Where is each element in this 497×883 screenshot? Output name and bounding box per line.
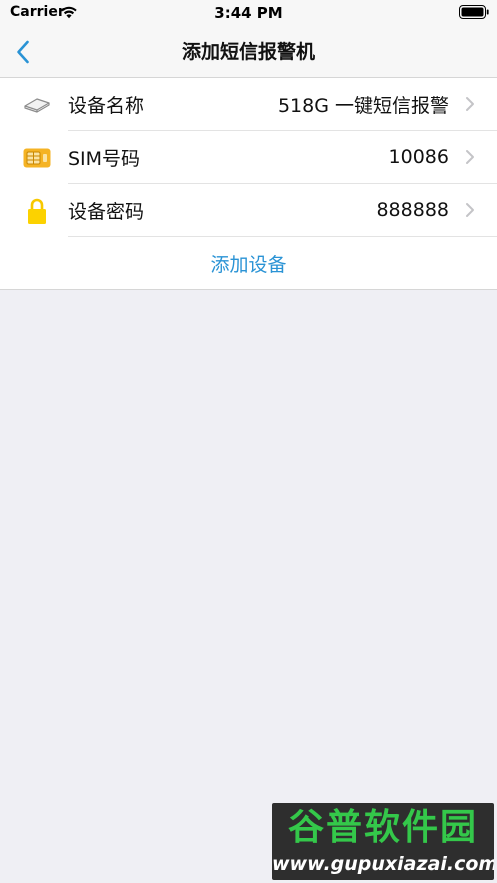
sim-number-row[interactable]: SIM号码 10086 xyxy=(0,131,497,184)
watermark-title: 谷普软件园 xyxy=(287,807,478,848)
lock-icon xyxy=(22,198,52,224)
device-name-value: 518G 一键短信报警 xyxy=(277,94,449,117)
watermark-url: www.gupuxiazai.com xyxy=(272,853,494,875)
device-password-row-body: 设备密码 888888 xyxy=(68,184,497,237)
chevron-right-icon xyxy=(466,97,474,111)
device-form: 设备名称 518G 一键短信报警 SIM号码 10086 设备密码 888888… xyxy=(0,78,497,290)
sim-number-label: SIM号码 xyxy=(68,147,141,170)
add-device-button[interactable]: 添加设备 xyxy=(198,244,298,283)
device-password-row[interactable]: 设备密码 888888 xyxy=(0,184,497,237)
status-time: 3:44 PM xyxy=(214,4,283,22)
navigation-bar: 添加短信报警机 xyxy=(0,26,497,78)
device-name-row[interactable]: 设备名称 518G 一键短信报警 xyxy=(0,78,497,131)
sim-number-value: 10086 xyxy=(388,146,449,168)
status-bar: Carrier 3:44 PM xyxy=(0,0,497,26)
add-device-row: 添加设备 xyxy=(0,237,497,289)
sim-card-icon xyxy=(22,145,52,171)
battery-icon xyxy=(459,5,489,19)
chevron-right-icon xyxy=(466,203,474,217)
device-icon xyxy=(22,92,52,118)
sim-number-row-body: SIM号码 10086 xyxy=(68,131,497,184)
device-password-label: 设备密码 xyxy=(68,200,145,223)
device-name-row-body: 设备名称 518G 一键短信报警 xyxy=(68,78,497,131)
page-title: 添加短信报警机 xyxy=(181,41,315,63)
device-password-value: 888888 xyxy=(376,199,449,221)
device-name-label: 设备名称 xyxy=(68,94,145,117)
watermark-logo: 谷普软件园 www.gupuxiazai.com xyxy=(272,803,494,880)
chevron-right-icon xyxy=(466,150,474,164)
